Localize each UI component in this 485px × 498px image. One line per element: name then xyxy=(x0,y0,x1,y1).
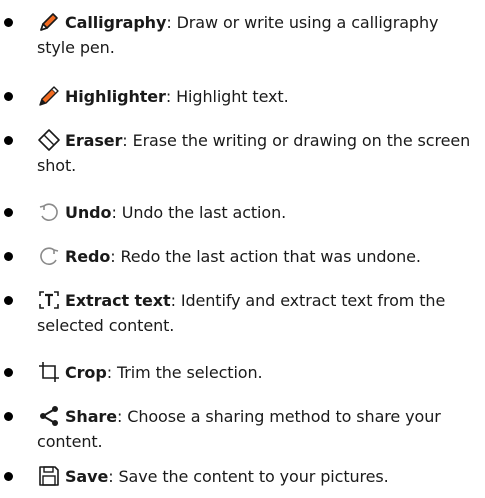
highlighter-icon xyxy=(37,84,61,108)
item-term: Save xyxy=(65,467,109,486)
item-term: Crop xyxy=(65,363,107,382)
item-term: Eraser xyxy=(65,131,123,150)
item-description: : Save the content to your pictures. xyxy=(108,467,389,486)
item-term: Calligraphy xyxy=(65,13,167,32)
bullet xyxy=(4,252,13,261)
item-description: : Redo the last action that was undone. xyxy=(110,247,421,266)
crop-icon xyxy=(37,360,61,384)
item-term: Redo xyxy=(65,247,111,266)
item-description: : Trim the selection. xyxy=(106,363,263,382)
share-icon xyxy=(37,404,61,428)
item-description: : Highlight text. xyxy=(165,87,289,106)
item-term: Share xyxy=(65,407,117,426)
redo-icon xyxy=(37,244,61,268)
bullet xyxy=(4,18,13,27)
save-icon xyxy=(37,464,61,488)
bullet xyxy=(4,208,13,217)
item-term: Extract text xyxy=(65,291,171,310)
item-description: : Undo the last action. xyxy=(111,203,287,222)
bullet xyxy=(4,472,13,481)
item-term: Undo xyxy=(65,203,112,222)
bullet xyxy=(4,368,13,377)
bullet xyxy=(4,296,13,305)
bullet xyxy=(4,412,13,421)
calligraphy-pen-icon xyxy=(37,10,61,34)
undo-icon xyxy=(37,200,61,224)
bullet xyxy=(4,92,13,101)
item-term: Highlighter xyxy=(65,87,166,106)
bullet xyxy=(4,136,13,145)
eraser-icon xyxy=(37,128,61,152)
extract-text-icon xyxy=(37,288,61,312)
